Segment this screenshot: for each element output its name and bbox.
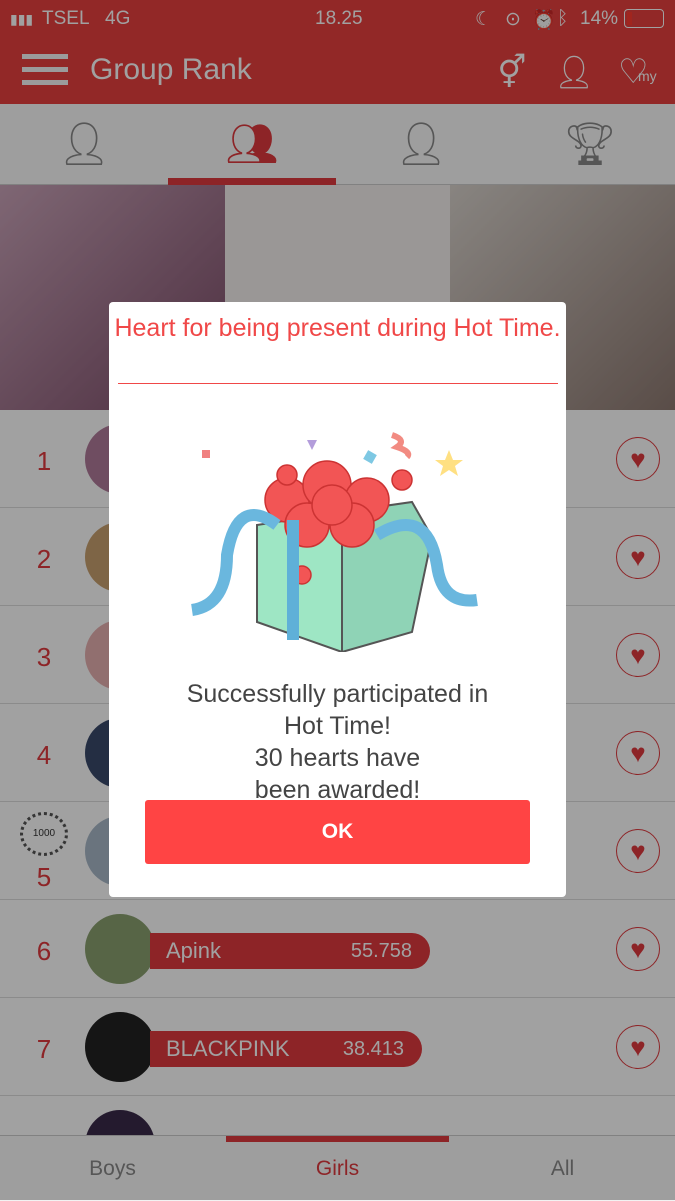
dialog-title: Heart for being present during Hot Time. (114, 314, 561, 342)
hot-time-dialog: Heart for being present during Hot Time.… (109, 302, 566, 897)
ok-button[interactable]: OK (145, 800, 530, 864)
message-line: 30 hearts have (254, 744, 421, 772)
message-line: Successfully participated in (186, 680, 489, 708)
divider (118, 383, 558, 384)
message-line: been awarded! (254, 776, 421, 800)
message-line: Hot Time! (284, 712, 391, 740)
gift-box-illustration (190, 432, 478, 652)
dialog-message: Successfully participated in Hot Time! 3… (109, 678, 566, 800)
